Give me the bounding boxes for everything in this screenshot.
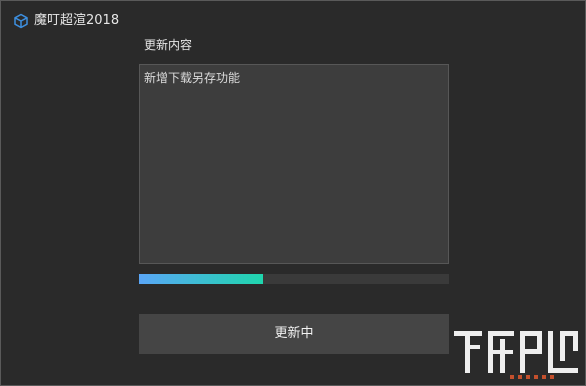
cube-outline-icon [14, 13, 28, 29]
watermark-logo [454, 331, 578, 379]
update-progress-bar [139, 274, 449, 284]
updating-button[interactable]: 更新中 [139, 314, 449, 354]
update-notes-box[interactable]: 新增下载另存功能 [139, 64, 449, 264]
update-notes-text: 新增下载另存功能 [144, 71, 241, 85]
title-bar[interactable]: 魔叮超渲2018 [1, 1, 585, 41]
update-progress-fill [139, 274, 263, 284]
app-title: 魔叮超渲2018 [34, 13, 120, 28]
update-notes-label: 更新内容 [144, 38, 193, 52]
